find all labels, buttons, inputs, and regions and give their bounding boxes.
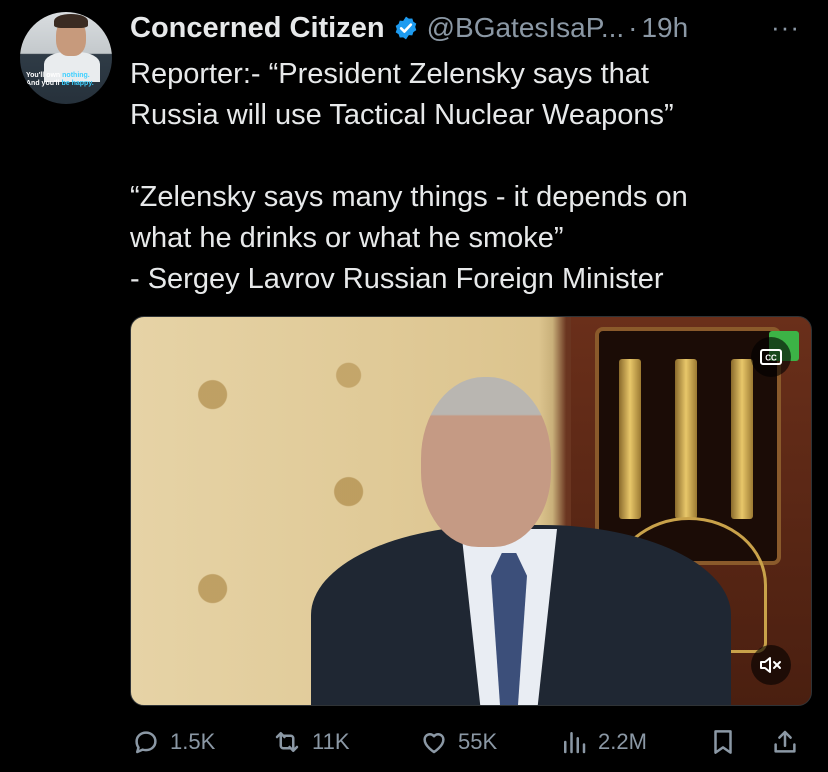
subject-head — [421, 377, 551, 547]
tweet-text-line: Russia will use Tactical Nuclear Weapons… — [130, 99, 674, 131]
avatar-caption: You'll own nothing. And you'll be happy. — [26, 72, 108, 88]
verified-badge-icon — [395, 16, 416, 40]
heart-icon — [423, 733, 445, 754]
avatar-caption-highlight-1: nothing. — [62, 72, 90, 79]
avatar-caption-highlight-2: be happy. — [61, 80, 94, 87]
display-name[interactable]: Concerned Citizen — [130, 12, 385, 45]
handle[interactable]: @BGatesIsaP... — [427, 12, 625, 44]
repost-icon — [275, 732, 299, 752]
share-icon — [774, 730, 796, 753]
like-button[interactable]: 55K — [418, 727, 558, 757]
bookmark-button[interactable] — [708, 727, 770, 757]
bookmark-icon — [714, 730, 732, 754]
reply-icon — [135, 731, 157, 754]
video-subject — [311, 357, 731, 705]
like-count: 55K — [458, 729, 498, 754]
avatar-caption-text-2: And you'll — [26, 80, 62, 87]
tweet-text-line: Reporter:- “President Zelensky says that — [130, 58, 649, 90]
tweet-header: Concerned Citizen @BGatesIsaP... · 19h ·… — [130, 8, 808, 48]
cc-icon-text: CC — [765, 354, 777, 363]
video-player[interactable]: CC — [130, 316, 812, 706]
action-bar: 1.5K 11K 55K 2.2M — [130, 722, 810, 762]
tweet-text-line: - Sergey Lavrov Russian Foreign Minister — [130, 263, 664, 295]
avatar-caption-text-1: You'll own — [26, 72, 63, 79]
clock-chime — [731, 359, 753, 519]
avatar[interactable]: You'll own nothing. And you'll be happy. — [20, 12, 112, 104]
repost-count: 11K — [312, 729, 350, 754]
separator-dot: · — [628, 12, 638, 43]
repost-button[interactable]: 11K — [270, 727, 418, 757]
mute-icon — [760, 657, 781, 673]
reply-button[interactable]: 1.5K — [130, 727, 270, 757]
closed-captions-button[interactable]: CC — [751, 337, 791, 377]
views-button[interactable]: 2.2M — [558, 727, 708, 757]
timestamp[interactable]: 19h — [641, 12, 688, 44]
view-count: 2.2M — [598, 729, 647, 754]
cc-icon: CC — [760, 349, 782, 365]
tweet-text-line: what he drinks or what he smoke” — [130, 222, 564, 254]
tweet-text: Reporter:- “President Zelensky says that… — [130, 54, 770, 300]
tweet-text-line: “Zelensky says many things - it depends … — [130, 181, 688, 213]
avatar-hair — [54, 14, 88, 28]
more-options-icon[interactable]: ··· — [771, 12, 800, 43]
unmute-button[interactable] — [751, 645, 791, 685]
reply-count: 1.5K — [170, 729, 216, 754]
views-chart-icon — [564, 732, 586, 754]
share-button[interactable] — [770, 727, 810, 757]
